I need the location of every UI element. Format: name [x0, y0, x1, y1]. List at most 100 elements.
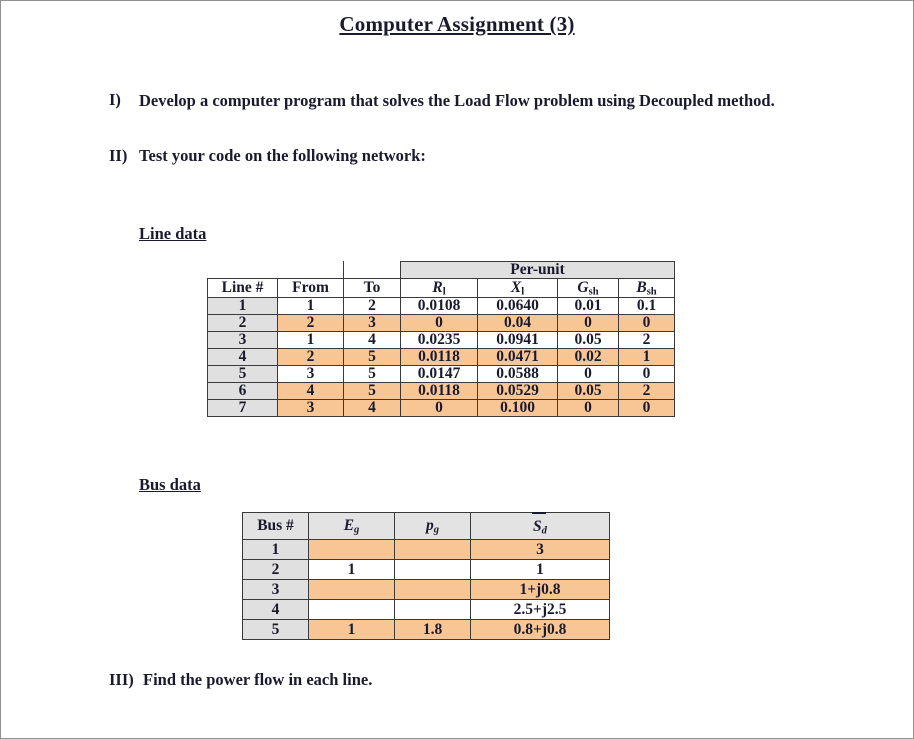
line-data-heading: Line data	[139, 223, 207, 243]
cell-bus-number: 5	[242, 618, 309, 640]
table-row: 1 1 2 0.0108 0.0640 0.01 0.1	[207, 296, 675, 315]
cell-shunt-susceptance: 0	[618, 364, 675, 383]
cell-from: 3	[277, 398, 344, 417]
cell-generator-voltage: 1	[308, 558, 395, 580]
bus-data-heading: Bus data	[139, 474, 201, 494]
cell-to: 5	[343, 347, 401, 366]
cell-line-number: 2	[207, 313, 278, 332]
item-1-text: Develop a computer program that solves t…	[139, 91, 775, 110]
line-table-group-row: Per-unit	[207, 260, 675, 279]
cell-reactance: 0.0640	[477, 296, 558, 315]
col-header-shunt-susceptance: Bsh	[618, 277, 675, 298]
cell-bus-number: 1	[242, 538, 309, 560]
cell-demand-power: 1	[470, 558, 610, 580]
table-row: 2 1 1	[242, 558, 610, 580]
cell-shunt-susceptance: 0	[618, 313, 675, 332]
bus-table-header-row: Bus # Eg pg Sd	[242, 511, 610, 540]
cell-shunt-susceptance: 2	[618, 330, 675, 349]
cell-generator-power	[394, 578, 471, 600]
cell-reactance: 0.0471	[477, 347, 558, 366]
bus-data-table: Bus # Eg pg Sd 1 3 2 1 1 3 1+j0.8 4 2.5+…	[242, 511, 610, 640]
cell-generator-voltage	[308, 578, 395, 600]
item-2-text: Test your code on the following network:	[139, 145, 426, 165]
col-header-shunt-conductance: Gsh	[557, 277, 619, 298]
cell-resistance: 0.0118	[400, 347, 478, 366]
table-row: 6 4 5 0.0118 0.0529 0.05 2	[207, 381, 675, 400]
table-row: 4 2.5+j2.5	[242, 598, 610, 620]
item-3-marker: III)	[109, 669, 134, 689]
per-unit-group-header: Per-unit	[400, 260, 675, 279]
cell-reactance: 0.100	[477, 398, 558, 417]
cell-shunt-conductance: 0	[557, 398, 619, 417]
cell-to: 5	[343, 364, 401, 383]
table-row: 3 1+j0.8	[242, 578, 610, 600]
assignment-item-2: II) Test your code on the following netw…	[109, 146, 781, 166]
spacer-cell	[207, 261, 278, 279]
cell-generator-voltage: 1	[308, 618, 395, 640]
cell-line-number: 6	[207, 381, 278, 400]
cell-to: 5	[343, 381, 401, 400]
col-header-bus-number: Bus #	[242, 511, 309, 540]
cell-shunt-conductance: 0.05	[557, 381, 619, 400]
cell-shunt-susceptance: 0	[618, 398, 675, 417]
cell-bus-number: 3	[242, 578, 309, 600]
cell-shunt-conductance: 0	[557, 313, 619, 332]
table-row: 5 3 5 0.0147 0.0588 0 0	[207, 364, 675, 383]
item-3-text: Find the power flow in each line.	[143, 669, 373, 689]
cell-from: 2	[277, 347, 344, 366]
cell-line-number: 7	[207, 398, 278, 417]
assignment-item-1: I) Develop a computer program that solve…	[109, 90, 781, 112]
cell-to: 4	[343, 398, 401, 417]
cell-shunt-susceptance: 2	[618, 381, 675, 400]
cell-generator-power	[394, 538, 471, 560]
cell-bus-number: 2	[242, 558, 309, 580]
cell-shunt-susceptance: 0.1	[618, 296, 675, 315]
col-header-resistance: Rl	[400, 277, 478, 298]
table-row: 2 2 3 0 0.04 0 0	[207, 313, 675, 332]
cell-shunt-conductance: 0.05	[557, 330, 619, 349]
cell-reactance: 0.04	[477, 313, 558, 332]
cell-line-number: 3	[207, 330, 278, 349]
cell-demand-power: 0.8+j0.8	[470, 618, 610, 640]
cell-generator-voltage	[308, 538, 395, 560]
item-2-marker: II)	[109, 145, 128, 165]
col-header-reactance: Xl	[477, 277, 558, 298]
table-row: 7 3 4 0 0.100 0 0	[207, 398, 675, 417]
col-header-demand-power: Sd	[470, 511, 610, 540]
cell-to: 2	[343, 296, 401, 315]
cell-resistance: 0.0108	[400, 296, 478, 315]
table-row: 4 2 5 0.0118 0.0471 0.02 1	[207, 347, 675, 366]
cell-reactance: 0.0588	[477, 364, 558, 383]
cell-generator-power	[394, 598, 471, 620]
table-row: 5 1 1.8 0.8+j0.8	[242, 618, 610, 640]
col-header-generator-voltage: Eg	[308, 511, 395, 540]
cell-to: 3	[343, 313, 401, 332]
col-header-from: From	[277, 277, 344, 298]
document-page: Computer Assignment (3) I) Develop a com…	[0, 0, 914, 739]
table-row: 1 3	[242, 538, 610, 560]
cell-reactance: 0.0529	[477, 381, 558, 400]
spacer-cell	[343, 261, 401, 279]
col-header-line-number: Line #	[207, 277, 278, 298]
cell-line-number: 5	[207, 364, 278, 383]
cell-from: 1	[277, 296, 344, 315]
item-1-marker: I)	[109, 90, 121, 109]
cell-generator-power	[394, 558, 471, 580]
cell-generator-voltage	[308, 598, 395, 620]
cell-generator-power: 1.8	[394, 618, 471, 640]
page-title: Computer Assignment (3)	[339, 12, 575, 36]
cell-demand-power: 1+j0.8	[470, 578, 610, 600]
cell-demand-power: 3	[470, 538, 610, 560]
cell-resistance: 0.0118	[400, 381, 478, 400]
cell-from: 2	[277, 313, 344, 332]
cell-demand-power: 2.5+j2.5	[470, 598, 610, 620]
cell-resistance: 0.0147	[400, 364, 478, 383]
cell-to: 4	[343, 330, 401, 349]
line-table-header-row: Line # From To Rl Xl Gsh Bsh	[207, 277, 675, 298]
cell-from: 1	[277, 330, 344, 349]
cell-resistance: 0	[400, 398, 478, 417]
cell-reactance: 0.0941	[477, 330, 558, 349]
cell-from: 3	[277, 364, 344, 383]
col-header-generator-power: pg	[394, 511, 471, 540]
spacer-cell	[277, 261, 344, 279]
